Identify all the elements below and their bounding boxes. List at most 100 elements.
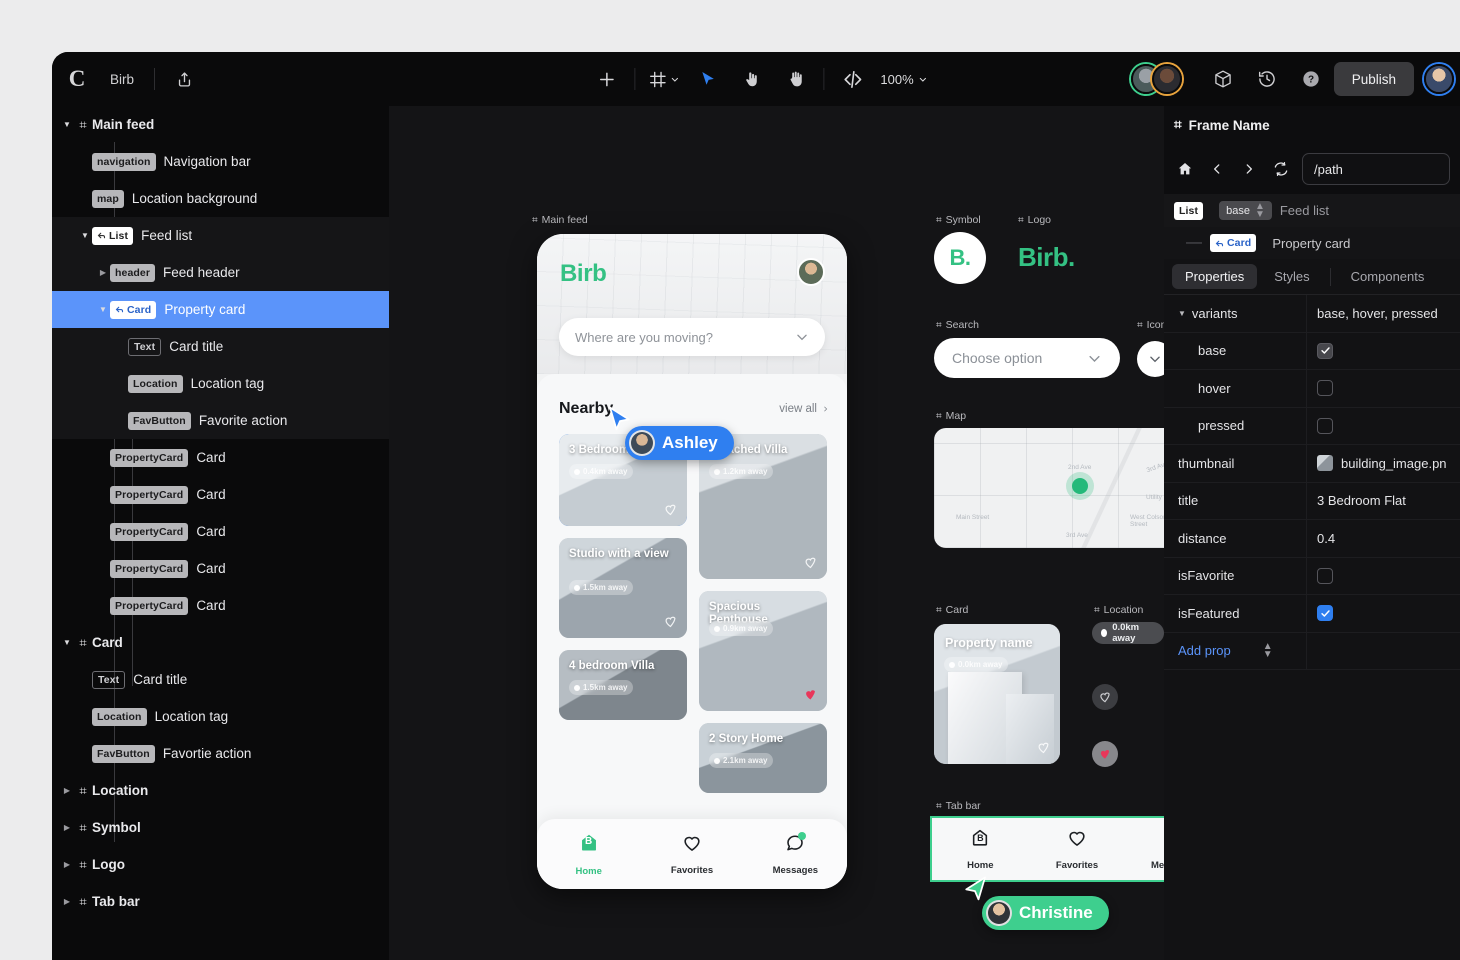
property-row[interactable]: hover bbox=[1164, 370, 1460, 408]
frame-label-main-feed[interactable]: ⌗ Main feed bbox=[532, 214, 588, 226]
logo-wordmark[interactable]: Birb. bbox=[1018, 242, 1075, 273]
layer-row[interactable]: FavButtonFavortie action bbox=[52, 735, 389, 772]
checkbox[interactable] bbox=[1317, 605, 1333, 621]
property-value-cell[interactable] bbox=[1306, 595, 1460, 632]
layer-row[interactable]: ▼ListFeed list bbox=[52, 217, 389, 254]
layer-row[interactable]: PropertyCardCard bbox=[52, 439, 389, 476]
property-row[interactable]: isFeatured bbox=[1164, 595, 1460, 633]
disclosure-caret[interactable]: ▶ bbox=[60, 823, 74, 832]
property-value-cell[interactable]: 0.4 bbox=[1306, 520, 1460, 557]
property-value-cell[interactable]: 3 Bedroom Flat bbox=[1306, 483, 1460, 520]
checkbox[interactable] bbox=[1317, 380, 1333, 396]
symbol-mark[interactable]: B. bbox=[934, 232, 986, 284]
frame-label-location[interactable]: ⌗ Location bbox=[1094, 604, 1143, 616]
variant-selector[interactable]: base ▲▼ bbox=[1219, 201, 1272, 220]
layer-row[interactable]: ▼⌗Main feed bbox=[52, 106, 389, 143]
map-component[interactable]: 2nd Ave 3rd Avenue Main Street 3rd Ave U… bbox=[934, 428, 1164, 548]
tab-home[interactable]: BHome bbox=[537, 832, 640, 877]
layer-row[interactable]: FavButtonFavorite action bbox=[52, 402, 389, 439]
refresh-icon[interactable] bbox=[1270, 158, 1292, 180]
property-card[interactable]: Studio with a view1.5km away bbox=[559, 538, 687, 638]
disclosure-caret[interactable]: ▼ bbox=[78, 231, 92, 240]
c-logo-icon[interactable]: C bbox=[60, 66, 94, 92]
layers-sidebar[interactable]: ▼⌗Main feednavigationNavigation barmapLo… bbox=[52, 106, 389, 960]
code-icon[interactable] bbox=[830, 62, 874, 96]
disclosure-caret[interactable]: ▼ bbox=[60, 638, 74, 647]
add-icon[interactable] bbox=[584, 62, 628, 96]
home-icon[interactable] bbox=[1174, 158, 1196, 180]
back-icon[interactable] bbox=[1206, 158, 1228, 180]
frame-label-symbol[interactable]: ⌗ Symbol bbox=[936, 214, 981, 226]
cube-icon[interactable] bbox=[1208, 64, 1238, 94]
path-input[interactable]: /path bbox=[1302, 153, 1450, 185]
property-value-cell[interactable]: base, hover, pressed bbox=[1306, 295, 1460, 332]
layer-row[interactable]: LocationLocation tag bbox=[52, 698, 389, 735]
pointer-icon[interactable] bbox=[685, 62, 729, 96]
design-canvas[interactable]: ⌗ Main feed Birb Where are you moving? N… bbox=[389, 106, 1164, 960]
layer-row[interactable]: ▼⌗Card bbox=[52, 624, 389, 661]
heart-icon[interactable] bbox=[803, 555, 818, 570]
property-row[interactable]: thumbnailbuilding_image.pn bbox=[1164, 445, 1460, 483]
project-name[interactable]: Birb bbox=[110, 72, 134, 87]
frame-label-tab-bar[interactable]: ⌗ Tab bar bbox=[936, 800, 981, 812]
property-row[interactable]: title3 Bedroom Flat bbox=[1164, 483, 1460, 521]
heart-icon[interactable] bbox=[663, 614, 678, 629]
tab-bar-component[interactable]: BHome Favorites Messages bbox=[932, 818, 1164, 880]
property-value-cell[interactable] bbox=[1306, 408, 1460, 445]
layer-row[interactable]: mapLocation background bbox=[52, 180, 389, 217]
collaborator-avatars[interactable] bbox=[1131, 64, 1182, 94]
property-row[interactable]: distance0.4 bbox=[1164, 520, 1460, 558]
tab-messages[interactable]: Messages bbox=[1125, 828, 1164, 871]
layer-row[interactable]: ▼CardProperty card bbox=[52, 291, 389, 328]
tab-favorites[interactable]: Favorites bbox=[1029, 828, 1126, 871]
property-value-cell[interactable] bbox=[1306, 558, 1460, 595]
layer-row[interactable]: navigationNavigation bar bbox=[52, 143, 389, 180]
layer-row[interactable]: ▶⌗Tab bar bbox=[52, 883, 389, 920]
phone-mockup[interactable]: Birb Where are you moving? Nearby view a… bbox=[537, 234, 847, 889]
checkbox[interactable] bbox=[1317, 343, 1333, 359]
disclosure-caret[interactable]: ▶ bbox=[60, 897, 74, 906]
frame-label-icon-btn[interactable]: ⌗ Icon-btn bbox=[1137, 319, 1164, 331]
share-icon[interactable] bbox=[169, 64, 199, 94]
favorite-button-on[interactable] bbox=[1092, 741, 1118, 767]
avatar[interactable] bbox=[1152, 64, 1182, 94]
heart-icon[interactable] bbox=[1036, 740, 1051, 755]
breadcrumb-feed-list[interactable]: List base ▲▼ Feed list bbox=[1164, 194, 1460, 227]
help-icon[interactable]: ? bbox=[1296, 64, 1326, 94]
layer-row[interactable]: ▶headerFeed header bbox=[52, 254, 389, 291]
frame-label-card[interactable]: ⌗ Card bbox=[936, 604, 968, 616]
disclosure-caret[interactable]: ▶ bbox=[60, 786, 74, 795]
property-value-cell[interactable] bbox=[1306, 333, 1460, 370]
layer-row[interactable]: TextCard title bbox=[52, 661, 389, 698]
breadcrumb-property-card[interactable]: — Card Property card bbox=[1164, 227, 1460, 259]
properties-panel[interactable]: ⌗ Frame Name /path List base bbox=[1164, 106, 1460, 960]
layer-row[interactable]: ▶⌗Symbol bbox=[52, 809, 389, 846]
tab-properties[interactable]: Properties bbox=[1172, 264, 1257, 289]
property-row[interactable]: ▼variantsbase, hover, pressed bbox=[1164, 295, 1460, 333]
checkbox[interactable] bbox=[1317, 568, 1333, 584]
property-value-cell[interactable]: building_image.pn bbox=[1306, 445, 1460, 482]
layer-row[interactable]: PropertyCardCard bbox=[52, 476, 389, 513]
phone-user-avatar[interactable] bbox=[797, 258, 825, 286]
layer-row[interactable]: PropertyCardCard bbox=[52, 587, 389, 624]
property-card[interactable]: Spacious Penthouse0.9km away bbox=[699, 591, 827, 711]
forward-icon[interactable] bbox=[1238, 158, 1260, 180]
layer-row[interactable]: ▶⌗Location bbox=[52, 772, 389, 809]
favorite-button-off[interactable] bbox=[1092, 684, 1118, 710]
property-row[interactable]: pressed bbox=[1164, 408, 1460, 446]
phone-tab-bar[interactable]: BHome Favorites Messages bbox=[537, 819, 847, 889]
heart-icon[interactable] bbox=[803, 687, 818, 702]
pan-hand-icon[interactable] bbox=[773, 62, 817, 96]
tab-home[interactable]: BHome bbox=[932, 828, 1029, 871]
property-value-cell[interactable] bbox=[1306, 633, 1460, 670]
checkbox[interactable] bbox=[1317, 418, 1333, 434]
disclosure-caret[interactable]: ▶ bbox=[60, 860, 74, 869]
property-value-cell[interactable] bbox=[1306, 370, 1460, 407]
layer-row[interactable]: TextCard title bbox=[52, 328, 389, 365]
layer-row[interactable]: LocationLocation tag bbox=[52, 365, 389, 402]
phone-search-input[interactable]: Where are you moving? bbox=[559, 318, 825, 356]
frame-label-search[interactable]: ⌗ Search bbox=[936, 319, 979, 331]
property-card[interactable]: 4 bedroom Villa1.5km away bbox=[559, 650, 687, 720]
publish-button[interactable]: Publish bbox=[1334, 62, 1414, 96]
property-row[interactable]: isFavorite bbox=[1164, 558, 1460, 596]
